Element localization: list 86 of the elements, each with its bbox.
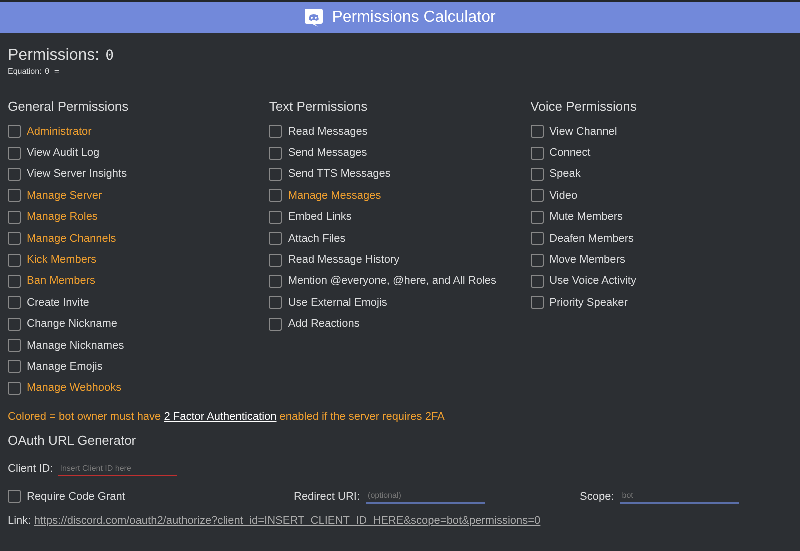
permission-label[interactable]: Manage Roles [27, 211, 98, 224]
permission-label[interactable]: Add Reactions [288, 318, 360, 330]
checkbox[interactable] [530, 232, 544, 246]
oauth-link[interactable]: https://discord.com/oauth2/authorize?client_id=INSERT_CLIENT_ID_HERE&scope=bot&permissions=0 [34, 515, 541, 528]
permission-label[interactable]: View Server Insights [27, 168, 128, 180]
checkbox[interactable] [269, 125, 282, 138]
permissions-label: Permissions: [8, 47, 100, 65]
checkbox[interactable] [269, 189, 282, 202]
permission-label[interactable]: Manage Nicknames [27, 340, 124, 352]
permission-label[interactable]: Priority Speaker [550, 296, 628, 309]
permission-label[interactable]: Kick Members [27, 254, 97, 266]
checkbox[interactable] [8, 146, 21, 160]
checkbox[interactable] [269, 274, 282, 288]
checkbox[interactable] [269, 318, 282, 331]
checkbox[interactable] [530, 189, 544, 202]
two-factor-link[interactable]: 2 Factor Authentication [164, 411, 277, 424]
checkbox[interactable] [8, 360, 21, 374]
scope-label: Scope: [580, 490, 614, 503]
note-text: Colored = bot owner must have 2 Factor Authentication enabled if the server requires 2FA [8, 411, 446, 424]
app-title: Permissions Calculator [332, 8, 496, 26]
permissions-value: 0 [106, 48, 114, 64]
permission-label[interactable]: Connect [550, 147, 591, 160]
checkbox[interactable] [8, 382, 21, 395]
permission-label[interactable]: Manage Messages [288, 190, 382, 202]
permission-label[interactable]: Deafen Members [550, 232, 634, 245]
checkbox[interactable] [530, 168, 544, 181]
client-id-field[interactable]: Insert Client ID here [58, 462, 178, 476]
permission-label[interactable]: Manage Webhooks [27, 382, 122, 394]
checkbox[interactable] [269, 254, 282, 267]
permission-label[interactable]: View Audit Log [27, 147, 100, 160]
permission-label[interactable]: Manage Emojis [27, 360, 103, 373]
permission-label[interactable]: Administrator [27, 126, 92, 138]
checkbox[interactable] [8, 296, 21, 310]
permission-label[interactable]: Mute Members [550, 211, 624, 224]
checkbox[interactable] [8, 490, 21, 504]
checkbox[interactable] [269, 232, 282, 246]
permission-label[interactable]: View Channel [550, 126, 618, 138]
permission-label[interactable]: Create Invite [27, 296, 90, 309]
permission-label[interactable]: Embed Links [288, 211, 352, 224]
permission-label[interactable]: Send Messages [288, 147, 368, 160]
checkbox[interactable] [8, 254, 21, 267]
code-grant-label[interactable]: Require Code Grant [27, 490, 126, 503]
checkbox[interactable] [530, 296, 544, 310]
checkbox[interactable] [8, 274, 21, 288]
checkbox[interactable] [8, 210, 21, 224]
permission-label[interactable]: Manage Channels [27, 232, 116, 245]
permission-label[interactable]: Ban Members [27, 275, 96, 288]
permission-label[interactable]: Mention @everyone, @here, and All Roles [288, 275, 497, 288]
group-heading: Voice Permissions [530, 99, 638, 114]
permission-label[interactable]: Read Messages [288, 126, 368, 138]
redirect-uri-field[interactable]: (optional) [366, 489, 486, 504]
permission-label[interactable]: Change Nickname [27, 318, 118, 330]
group-heading: Text Permissions [269, 99, 369, 114]
checkbox[interactable] [8, 318, 21, 331]
checkbox[interactable] [8, 339, 21, 352]
checkbox[interactable] [530, 254, 544, 267]
link-label: Link: [8, 515, 32, 528]
permission-label[interactable]: Attach Files [288, 232, 346, 245]
checkbox[interactable] [530, 146, 544, 160]
permission-label[interactable]: Use Voice Activity [550, 275, 636, 288]
chat-bubble-logo-icon [304, 8, 324, 28]
permission-label[interactable]: Video [550, 190, 578, 202]
checkbox[interactable] [269, 296, 282, 310]
checkbox[interactable] [8, 168, 21, 181]
permission-label[interactable]: Send TTS Messages [288, 168, 391, 180]
checkbox[interactable] [269, 210, 282, 224]
checkbox[interactable] [8, 232, 21, 246]
checkbox[interactable] [269, 146, 282, 160]
permission-label[interactable]: Manage Server [27, 190, 102, 202]
checkbox[interactable] [530, 274, 544, 288]
permission-label[interactable]: Move Members [550, 254, 626, 266]
checkbox[interactable] [530, 125, 544, 138]
scope-field[interactable]: bot [620, 489, 740, 504]
checkbox[interactable] [8, 189, 21, 202]
client-id-label: Client ID: [8, 463, 54, 476]
oauth-heading: OAuth URL Generator [8, 433, 138, 448]
equation-label: Equation: [8, 67, 42, 76]
checkbox[interactable] [8, 125, 21, 138]
permission-label[interactable]: Read Message History [288, 254, 400, 266]
permission-label[interactable]: Speak [550, 168, 581, 180]
checkbox[interactable] [530, 210, 544, 224]
redirect-uri-label: Redirect URI: [294, 490, 360, 503]
checkbox[interactable] [269, 168, 282, 181]
permission-label[interactable]: Use External Emojis [288, 296, 388, 309]
equation-value: 0 = [44, 67, 60, 76]
group-heading: General Permissions [8, 99, 130, 114]
